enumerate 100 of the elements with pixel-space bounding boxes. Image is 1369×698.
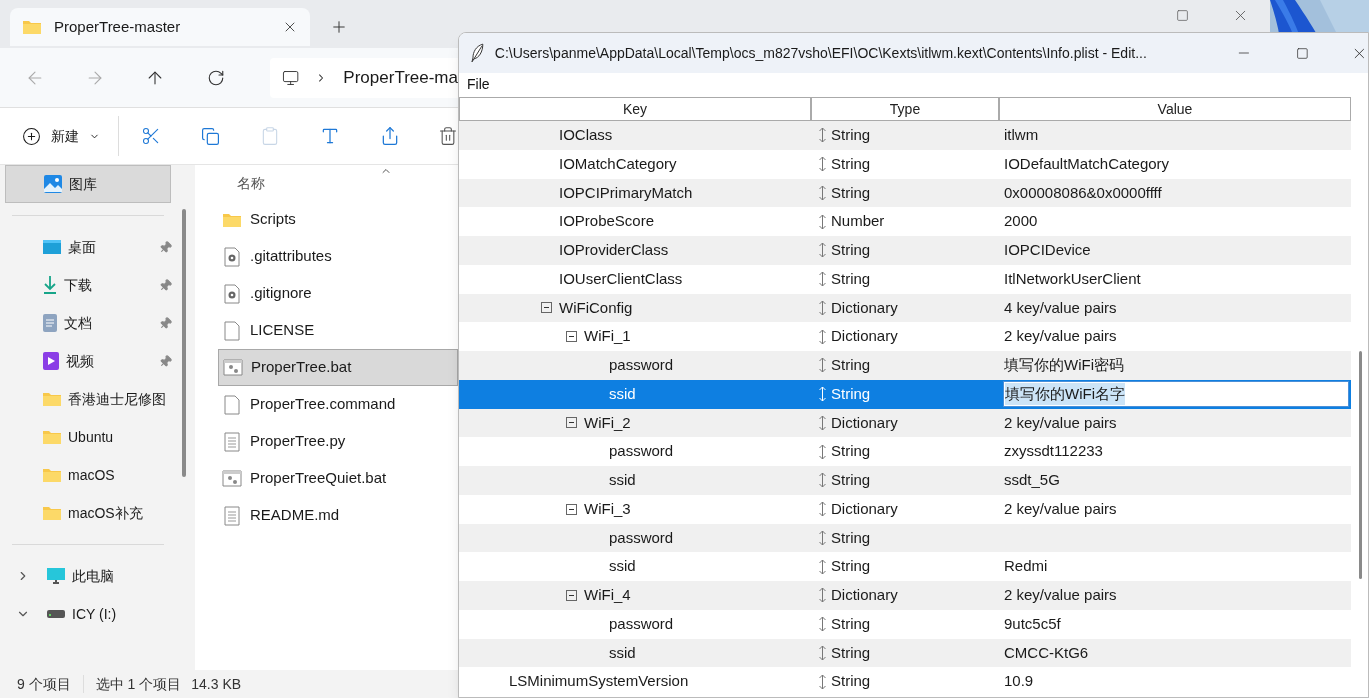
up-down-arrow-icon[interactable]: [818, 414, 827, 431]
maximize-icon[interactable]: [1296, 46, 1310, 60]
collapse-icon[interactable]: [566, 417, 577, 429]
maximize-icon[interactable]: [1176, 9, 1189, 22]
up-down-arrow-icon[interactable]: [818, 184, 827, 201]
type-cell-text: String: [831, 355, 871, 376]
file-row[interactable]: ProperTree.bat: [218, 349, 458, 386]
sidebar-item[interactable]: ICY (I:): [0, 595, 176, 633]
up-down-arrow-icon[interactable]: [818, 501, 827, 518]
tree-row[interactable]: WiFi_2 Dictionary 2 key/value pairs: [459, 408, 1351, 438]
up-down-arrow-icon[interactable]: [818, 644, 827, 661]
file-name: ProperTree.command: [250, 394, 396, 415]
tree-row[interactable]: ssid String ssdt_5G: [459, 466, 1351, 495]
up-down-arrow-icon[interactable]: [818, 299, 827, 316]
rename-icon[interactable]: [320, 126, 340, 146]
file-row[interactable]: .gitignore: [218, 275, 458, 312]
tree-row[interactable]: password String 填写你的WiFi密码: [459, 351, 1351, 380]
delete-icon[interactable]: [438, 126, 458, 146]
tree-row[interactable]: password String: [459, 523, 1351, 553]
sidebar-label: macOS: [68, 465, 116, 485]
file-row[interactable]: Scripts: [218, 201, 458, 238]
sidebar-item[interactable]: 文档: [0, 304, 176, 342]
collapse-icon[interactable]: [566, 589, 577, 601]
collapse-icon[interactable]: [541, 302, 552, 314]
type-cell-text: String: [831, 125, 871, 146]
type-cell-text: Dictionary: [831, 326, 898, 347]
type-cell-text: String: [831, 153, 871, 174]
file-row[interactable]: README.md: [218, 497, 458, 534]
tree-row[interactable]: WiFiConfig Dictionary 4 key/value pairs: [459, 293, 1351, 323]
up-down-arrow-icon[interactable]: [818, 443, 827, 460]
up-down-arrow-icon[interactable]: [818, 242, 827, 259]
sidebar-item[interactable]: macOS: [0, 456, 176, 494]
sidebar-item[interactable]: Ubuntu: [0, 418, 176, 456]
explorer-tab[interactable]: ProperTree-master: [10, 8, 310, 46]
type-cell-text: String: [831, 527, 871, 548]
folder-icon: [42, 429, 62, 445]
value-edit-field[interactable]: 填写你的WiFi名字: [1003, 381, 1349, 408]
file-row[interactable]: .gitattributes: [218, 238, 458, 275]
value-cell-text: 9utc5c5f: [1003, 613, 1061, 634]
window-title: C:\Users\panme\AppData\Local\Temp\ocs_m827vsho\EFI\OC\Kexts\itlwm.kext\Contents\Info.plist - Edit...: [494, 43, 1148, 63]
type-cell-text: String: [831, 383, 871, 404]
sidebar-item[interactable]: 视频: [0, 342, 176, 380]
up-down-arrow-icon[interactable]: [818, 127, 827, 144]
column-header[interactable]: Key: [459, 97, 811, 121]
new-button[interactable]: 新建: [22, 125, 100, 147]
up-down-arrow-icon[interactable]: [818, 673, 827, 690]
tree-row[interactable]: ssid String CMCC-KtG6: [459, 638, 1351, 668]
sidebar-item[interactable]: 此电脑: [0, 557, 176, 595]
sidebar-item[interactable]: 香港迪士尼修图: [0, 380, 176, 418]
tree-row[interactable]: WiFi_4 Dictionary 2 key/value pairs: [459, 581, 1351, 610]
share-icon[interactable]: [380, 126, 400, 146]
sidebar-item[interactable]: 图库: [5, 165, 171, 203]
file-row[interactable]: LICENSE: [218, 312, 458, 349]
video-icon: [42, 351, 60, 371]
up-down-arrow-icon[interactable]: [818, 213, 827, 230]
tree-row[interactable]: IOPCIPrimaryMatch String 0x00008086&0x0000ffff: [459, 178, 1351, 208]
key-cell-text: IOProviderClass: [559, 240, 669, 261]
type-cell-text: Dictionary: [831, 585, 898, 606]
up-down-arrow-icon[interactable]: [818, 558, 827, 575]
tree-row[interactable]: ssid String 填写你的WiFi名字: [459, 379, 1351, 409]
type-cell-text: Dictionary: [831, 297, 898, 318]
value-cell-text: IOPCIDevice: [1003, 240, 1091, 261]
refresh-icon[interactable]: [207, 68, 225, 87]
sidebar-item[interactable]: 下载: [0, 266, 176, 304]
up-down-arrow-icon[interactable]: [818, 529, 827, 546]
file-name: ProperTreeQuiet.bat: [250, 468, 387, 489]
column-header[interactable]: 名称: [237, 172, 265, 194]
file-row[interactable]: ProperTree.py: [218, 423, 458, 460]
up-down-arrow-icon[interactable]: [818, 616, 827, 633]
scrollbar-thumb[interactable]: [182, 209, 186, 477]
collapse-icon[interactable]: [566, 503, 577, 515]
value-cell-text: 2 key/value pairs: [1003, 326, 1117, 347]
sidebar-item[interactable]: 桌面: [0, 228, 176, 266]
key-cell-text: IOClass: [559, 125, 613, 146]
sidebar-label: 图库: [69, 174, 98, 194]
up-down-arrow-icon[interactable]: [818, 357, 827, 374]
file-row[interactable]: ProperTreeQuiet.bat: [218, 460, 458, 497]
sidebar-item[interactable]: macOS补充: [0, 494, 176, 532]
key-cell-text: WiFi_3: [584, 498, 631, 519]
copy-icon[interactable]: [201, 126, 220, 146]
address-bar[interactable]: ProperTree-ma: [270, 57, 458, 98]
column-header[interactable]: Value: [999, 97, 1351, 121]
up-down-arrow-icon[interactable]: [818, 587, 827, 604]
plus-icon: [22, 126, 41, 146]
column-header[interactable]: Type: [811, 97, 999, 121]
new-tab-icon[interactable]: [330, 18, 348, 36]
key-cell-text: ssid: [609, 383, 636, 404]
tree-row[interactable]: IOProviderClass String IOPCIDevice: [459, 236, 1351, 265]
tree-row[interactable]: IOClass String itlwm: [459, 121, 1351, 150]
scrollbar-thumb[interactable]: [1359, 351, 1362, 579]
menu-item[interactable]: File: [467, 73, 490, 95]
key-cell-text: ssid: [609, 642, 636, 663]
up-down-arrow-icon[interactable]: [818, 472, 827, 489]
collapse-icon[interactable]: [566, 331, 577, 343]
up-down-arrow-icon[interactable]: [818, 328, 827, 345]
file-name: LICENSE: [250, 320, 315, 341]
scissors-icon[interactable]: [141, 126, 161, 146]
up-down-arrow-icon[interactable]: [818, 156, 827, 173]
up-down-arrow-icon[interactable]: [818, 271, 827, 288]
file-row[interactable]: ProperTree.command: [218, 386, 458, 423]
